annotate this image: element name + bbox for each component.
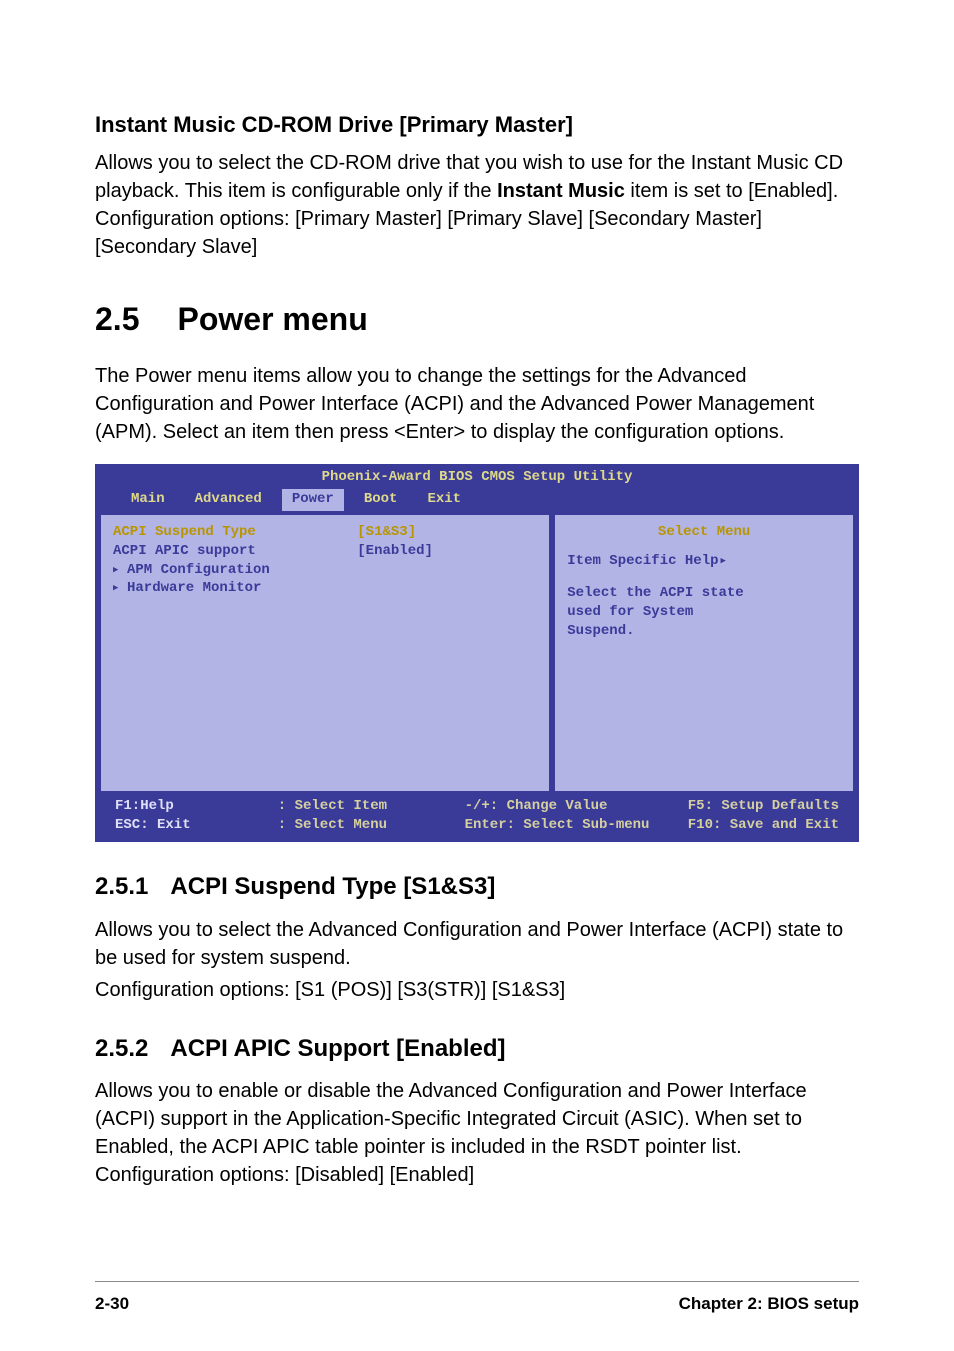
para-252: Allows you to enable or disable the Adva… — [95, 1077, 859, 1189]
bios-tab-power[interactable]: Power — [282, 489, 344, 511]
bios-help-text: Select the ACPI state used for System Su… — [567, 584, 841, 641]
page-footer: 2-30 Chapter 2: BIOS setup — [95, 1281, 859, 1316]
bios-help-text-2: used for System — [567, 603, 841, 622]
section-title-25: Power menu — [177, 301, 367, 337]
section-heading-power-menu: 2.5 Power menu — [95, 297, 859, 342]
section-num-25: 2.5 — [95, 301, 139, 337]
bios-footer-change: -/+: Change Value — [465, 797, 660, 817]
section-heading-251: 2.5.1 ACPI Suspend Type [S1&S3] — [95, 870, 859, 904]
section-title-251: ACPI Suspend Type [S1&S3] — [170, 873, 495, 900]
para-power-menu: The Power menu items allow you to change… — [95, 362, 859, 446]
section-heading-252: 2.5.2 ACPI APIC Support [Enabled] — [95, 1032, 859, 1066]
bios-footer-col4: F5: Setup Defaults F10: Save and Exit — [660, 797, 839, 836]
bios-row-apm-config[interactable]: APM Configuration — [113, 561, 357, 580]
chapter-label: Chapter 2: BIOS setup — [679, 1292, 859, 1316]
bios-tab-exit[interactable]: Exit — [417, 489, 471, 511]
bios-help-sub: Item Specific Help — [567, 553, 726, 569]
bios-row-acpi-suspend-value[interactable]: [S1&S3] — [357, 523, 537, 542]
para-cdrom: Allows you to select the CD-ROM drive th… — [95, 149, 859, 261]
bios-help-text-3: Suspend. — [567, 622, 841, 641]
bios-tab-boot[interactable]: Boot — [354, 489, 408, 511]
para-251-2: Configuration options: [S1 (POS)] [S3(ST… — [95, 976, 859, 1004]
bios-footer-col2: : Select Item : Select Menu — [278, 797, 441, 836]
section-title-252: ACPI APIC Support [Enabled] — [170, 1035, 505, 1062]
bios-row-acpi-suspend-label[interactable]: ACPI Suspend Type — [113, 523, 357, 542]
bios-row-hardware-monitor[interactable]: Hardware Monitor — [113, 579, 357, 598]
section-num-252: 2.5.2 — [95, 1035, 148, 1062]
bios-footer-col3: -/+: Change Value Enter: Select Sub-menu — [441, 797, 660, 836]
bios-footer-select-item: : Select Item — [278, 797, 441, 817]
bios-screenshot: Phoenix-Award BIOS CMOS Setup Utility Ma… — [95, 464, 859, 842]
bios-title: Phoenix-Award BIOS CMOS Setup Utility — [95, 464, 859, 490]
section-heading-cdrom: Instant Music CD-ROM Drive [Primary Mast… — [95, 110, 859, 141]
bios-row-acpi-apic-label[interactable]: ACPI APIC support — [113, 542, 357, 561]
bios-right-pane: Select Menu Item Specific Help Select th… — [555, 515, 853, 791]
bios-footer-enter: Enter: Select Sub-menu — [465, 816, 660, 836]
bios-footer-f1: F1:Help — [115, 797, 278, 817]
bios-help-text-1: Select the ACPI state — [567, 584, 841, 603]
page-number: 2-30 — [95, 1292, 129, 1316]
section-num-251: 2.5.1 — [95, 873, 148, 900]
bios-tabs: Main Advanced Power Boot Exit — [95, 489, 859, 515]
bios-footer-col1: F1:Help ESC: Exit — [115, 797, 278, 836]
bios-tab-advanced[interactable]: Advanced — [185, 489, 272, 511]
bios-footer-select-menu: : Select Menu — [278, 816, 441, 836]
bios-help-title: Select Menu — [567, 523, 841, 543]
para-251-1: Allows you to select the Advanced Config… — [95, 916, 859, 972]
bios-footer-f5: F5: Setup Defaults — [660, 797, 839, 817]
bios-footer: F1:Help ESC: Exit : Select Item : Select… — [95, 797, 859, 842]
bios-footer-esc: ESC: Exit — [115, 816, 278, 836]
para-cdrom-bold: Instant Music — [497, 180, 625, 202]
bios-footer-f10: F10: Save and Exit — [660, 816, 839, 836]
bios-left-pane: ACPI Suspend Type ACPI APIC support APM … — [101, 515, 549, 791]
bios-row-acpi-apic-value[interactable]: [Enabled] — [357, 542, 537, 561]
bios-tab-main[interactable]: Main — [121, 489, 175, 511]
